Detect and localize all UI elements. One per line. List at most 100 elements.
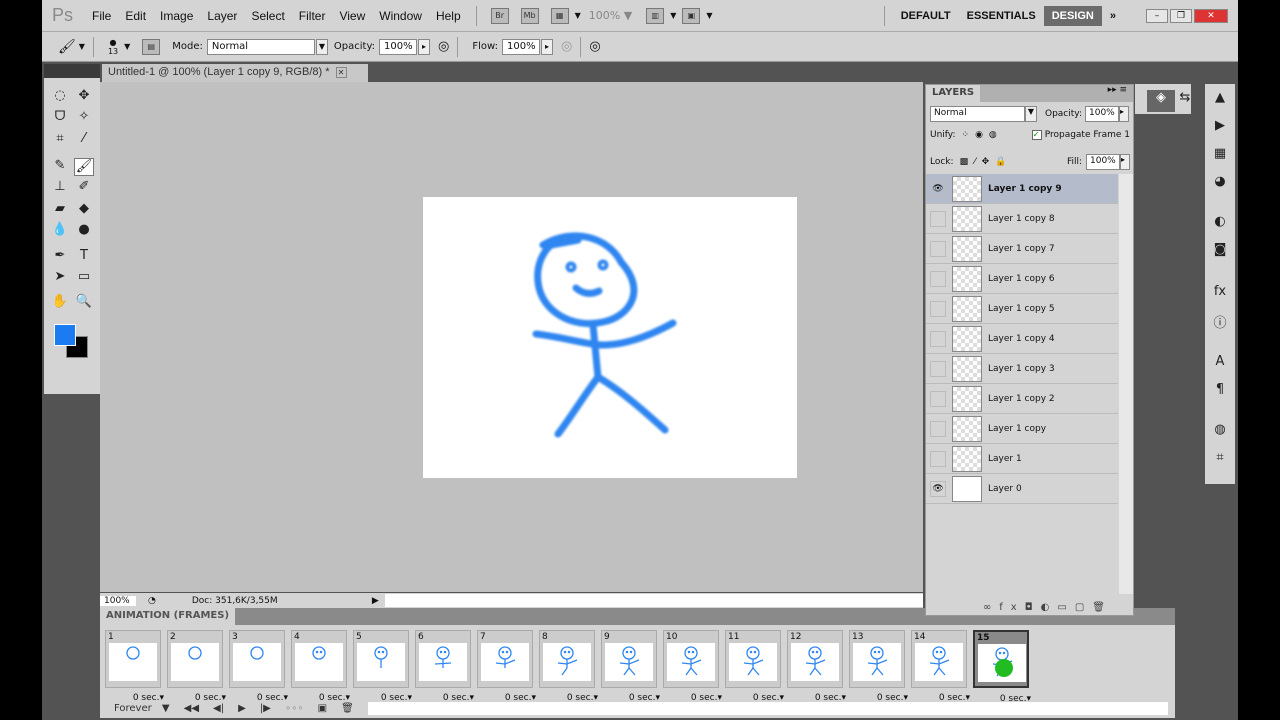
paint-bucket-tool-icon[interactable]: ◆	[74, 201, 94, 219]
zoom-level-select[interactable]: 100% ▼	[589, 9, 632, 22]
tablet-size-icon[interactable]: ◎	[589, 39, 600, 54]
blend-mode-select[interactable]: Normal	[930, 106, 1025, 122]
mode-select[interactable]: Normal	[206, 38, 315, 55]
tween-icon[interactable]: ∘∘∘	[285, 703, 304, 714]
layers-scrollbar[interactable]	[1119, 174, 1133, 594]
layers-panel-icon[interactable]: ◈	[1147, 90, 1175, 112]
layer-row[interactable]: Layer 1 copy 2	[926, 384, 1118, 414]
layer-row[interactable]: Layer 1 copy 6	[926, 264, 1118, 294]
animation-frame[interactable]: 60 sec.▾	[415, 630, 474, 703]
character-icon[interactable]: A	[1210, 354, 1230, 372]
menu-help[interactable]: Help	[429, 9, 468, 23]
dodge-tool-icon[interactable]: ●	[74, 222, 94, 240]
tools-panel-header[interactable]	[44, 64, 100, 78]
transform-icon[interactable]: ⌗	[1210, 450, 1230, 468]
propagate-checkbox[interactable]: ✓	[1031, 130, 1042, 140]
animation-frame[interactable]: 90 sec.▾	[601, 630, 660, 703]
add-mask-icon[interactable]: ◘	[1025, 602, 1041, 613]
masks-icon[interactable]: ◙	[1210, 242, 1230, 260]
animation-frame[interactable]: 50 sec.▾	[353, 630, 412, 703]
zoom-field[interactable]: 100%	[100, 595, 136, 606]
tablet-opacity-icon[interactable]: ◎	[438, 39, 449, 54]
brush-tool-preset-icon[interactable]: 🖌	[58, 39, 76, 55]
eyedropper-tool-icon[interactable]: ⁄	[74, 131, 94, 149]
lasso-tool-icon[interactable]: ᗜ	[50, 109, 70, 127]
layer-row[interactable]: Layer 1 copy 7	[926, 234, 1118, 264]
loop-select[interactable]: Forever ▼	[107, 703, 170, 714]
menu-filter[interactable]: Filter	[292, 9, 333, 23]
layer-row[interactable]: 👁 Layer 0	[926, 474, 1118, 504]
opacity-slider-button[interactable]: ▸	[418, 38, 431, 55]
visibility-eye-icon[interactable]	[930, 330, 946, 347]
opacity-slider-button[interactable]: ▸	[1119, 106, 1129, 122]
info-icon[interactable]: ⓘ	[1210, 312, 1230, 331]
move-tool-icon[interactable]: ✥	[74, 88, 94, 106]
arrange-documents-icon[interactable]: ▥	[646, 7, 665, 24]
lock-position-icon[interactable]: ✥	[982, 157, 990, 167]
visibility-eye-icon[interactable]: 👁	[930, 480, 946, 497]
visibility-eye-icon[interactable]	[930, 390, 946, 407]
animation-frame[interactable]: 40 sec.▾	[291, 630, 350, 703]
next-frame-icon[interactable]: |▶	[260, 703, 271, 714]
horizontal-scrollbar[interactable]	[384, 594, 923, 607]
layer-row[interactable]: Layer 1 copy 5	[926, 294, 1118, 324]
fill-input[interactable]: 100%	[1086, 154, 1120, 170]
screen-mode-icon[interactable]: ▦	[550, 7, 569, 24]
close-button[interactable]: ✕	[1194, 8, 1228, 23]
chevron-down-icon[interactable]: ▼	[315, 38, 328, 55]
flow-slider-button[interactable]: ▸	[541, 38, 554, 55]
layer-row[interactable]: Layer 1 copy 8	[926, 204, 1118, 234]
pen-tool-icon[interactable]: ✒	[50, 248, 70, 266]
new-layer-icon[interactable]: ▢	[1075, 602, 1092, 613]
navigator-icon[interactable]: ▲	[1210, 90, 1230, 108]
visibility-eye-icon[interactable]	[930, 300, 946, 317]
layer-row[interactable]: Layer 1 copy	[926, 414, 1118, 444]
layer-row[interactable]: Layer 1	[926, 444, 1118, 474]
play-icon[interactable]: ▶	[238, 703, 246, 714]
animation-frame[interactable]: 10 0 sec.▾	[663, 630, 722, 703]
menu-image[interactable]: Image	[153, 9, 200, 23]
adjustments-icon[interactable]: ◐	[1210, 214, 1230, 232]
visibility-eye-icon[interactable]	[930, 360, 946, 377]
styles-fx-icon[interactable]: fx	[1210, 284, 1230, 302]
healing-brush-tool-icon[interactable]: ✎	[50, 158, 70, 176]
eraser-tool-icon[interactable]: ▰	[50, 201, 70, 219]
first-frame-icon[interactable]: ◀◀	[184, 703, 199, 714]
swatches-icon[interactable]: ▦	[1210, 146, 1230, 164]
screen-layout-icon[interactable]: ▣	[682, 7, 701, 24]
document-tab[interactable]: Untitled-1 @ 100% (Layer 1 copy 9, RGB/8…	[102, 64, 368, 82]
visibility-eye-icon[interactable]	[930, 420, 946, 437]
lock-transparency-icon[interactable]: ▩	[960, 157, 969, 167]
visibility-eye-icon[interactable]: 👁	[930, 180, 946, 197]
foreground-color-swatch[interactable]	[54, 324, 76, 346]
canvas[interactable]	[423, 197, 797, 478]
bridge-button[interactable]: Br	[490, 7, 509, 24]
previous-frame-icon[interactable]: ◀|	[213, 703, 224, 714]
frames-scrollbar[interactable]	[367, 701, 1168, 715]
status-menu-arrow[interactable]: ▶	[372, 596, 379, 606]
status-icon[interactable]: ◔	[148, 596, 156, 606]
animation-frame[interactable]: 12 0 sec.▾	[787, 630, 846, 703]
link-layers-icon[interactable]: ∞	[983, 602, 999, 613]
layer-opacity-input[interactable]: 100%	[1085, 106, 1119, 122]
channels-panel-icon[interactable]: ⇆	[1175, 90, 1195, 108]
visibility-eye-icon[interactable]	[930, 450, 946, 467]
new-frame-icon[interactable]: ▣	[318, 703, 327, 714]
animation-frame[interactable]: 10 sec.▾	[105, 630, 164, 703]
visibility-eye-icon[interactable]	[930, 210, 946, 227]
menu-file[interactable]: File	[85, 9, 118, 23]
flow-input[interactable]: 100%	[502, 38, 541, 55]
unify-style-icon[interactable]: ◍	[989, 130, 997, 140]
brush-size-picker[interactable]: ● 13	[108, 38, 118, 56]
layer-row[interactable]: 👁 Layer 1 copy 9	[926, 174, 1118, 204]
animation-frame[interactable]: 70 sec.▾	[477, 630, 536, 703]
histogram-icon[interactable]: ▶	[1210, 118, 1230, 136]
delete-frame-icon[interactable]: 🗑	[341, 703, 354, 714]
marquee-tool-icon[interactable]: ◌	[50, 88, 70, 106]
animation-frame[interactable]: 11 0 sec.▾	[725, 630, 784, 703]
delete-layer-icon[interactable]: 🗑	[1092, 602, 1113, 613]
hand-tool-icon[interactable]: ✋	[50, 294, 70, 312]
animation-frame[interactable]: 15 0 sec.▾	[973, 630, 1031, 704]
unify-position-icon[interactable]: ⁘	[962, 130, 970, 140]
animation-frame[interactable]: 20 sec.▾	[167, 630, 226, 703]
